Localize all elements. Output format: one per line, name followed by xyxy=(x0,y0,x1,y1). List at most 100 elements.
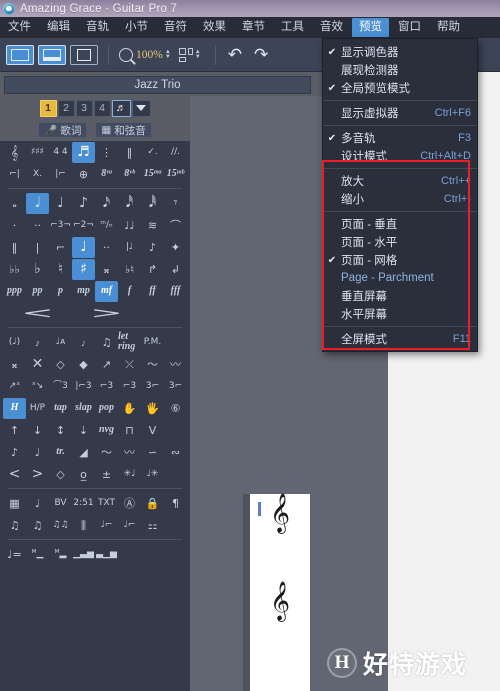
palette-cell-11-1[interactable]: ✕ xyxy=(26,354,49,375)
palette-cell-14-5[interactable]: ⊓ xyxy=(118,420,141,441)
palette-cell-14-1[interactable]: ↓ xyxy=(26,420,49,441)
palette-cell-19-5[interactable]: ♩⌐ xyxy=(118,515,141,536)
palette-cell-16-2[interactable]: ◇ xyxy=(49,464,72,485)
palette-cell-0-5[interactable]: ‖ xyxy=(118,142,141,163)
palette-cell-3-0[interactable]: 𝅝 xyxy=(3,193,26,214)
palette-cell-15-1[interactable]: ♩ xyxy=(26,442,49,463)
palette-cell-1-4[interactable]: 8ᵛᵃ xyxy=(95,164,118,185)
chord-button[interactable]: ▦ 和弦音 xyxy=(95,122,152,138)
palette-cell-16-3[interactable]: ᴏ̲ xyxy=(72,464,95,485)
track-number-3[interactable]: 3 xyxy=(75,99,93,117)
menu-option-1-0[interactable]: 显示虚拟器 Ctrl+F6 xyxy=(323,104,477,122)
palette-cell-1-3[interactable]: ⊕ xyxy=(72,164,95,185)
palette-cell-14-6[interactable]: V xyxy=(141,420,164,441)
palette-cell-5-0[interactable]: ‖ xyxy=(3,237,26,258)
palette-cell-14-3[interactable]: ⇣ xyxy=(72,420,95,441)
menu-option-4-1[interactable]: 页面 - 水平 xyxy=(323,233,477,251)
menu-option-0-1[interactable]: 展现检测器 xyxy=(323,61,477,79)
palette-cell-6-0[interactable]: ♭♭ xyxy=(3,259,26,280)
menu-item-1[interactable]: 编辑 xyxy=(40,18,77,37)
palette-cell-1-2[interactable]: |⌐ xyxy=(49,164,72,185)
palette-cell-6-2[interactable]: ♮ xyxy=(49,259,72,280)
menu-item-10[interactable]: 窗口 xyxy=(391,18,428,37)
palette-cell-10-2[interactable]: ♩ᴀ xyxy=(49,332,72,353)
palette-cell-18-7[interactable]: ¶ xyxy=(164,493,187,514)
track-header[interactable]: Jazz Trio xyxy=(4,76,311,94)
palette-cell-19-4[interactable]: ♩⌐ xyxy=(95,515,118,536)
palette-cell-13-0[interactable]: H xyxy=(3,397,26,419)
menu-option-4-3[interactable]: Page - Parchment xyxy=(323,269,477,287)
palette-cell-19-3[interactable]: ⫼ xyxy=(72,515,95,536)
palette-cell-14-0[interactable]: ↑ xyxy=(3,420,26,441)
undo-button[interactable]: ↶ xyxy=(228,46,242,63)
palette-cell-0-3[interactable]: ♬ xyxy=(72,141,95,163)
palette-cell-13-3[interactable]: slap xyxy=(72,398,95,419)
palette-cell-0-6[interactable]: ✓. xyxy=(141,142,164,163)
menu-option-4-2[interactable]: ✔ 页面 - 网格 xyxy=(323,251,477,269)
beamed-notes-icon[interactable]: ♬ xyxy=(111,99,131,117)
palette-cell-1-6[interactable]: 15ᵐᵃ xyxy=(141,164,164,185)
palette-cell-10-0[interactable]: (♩) xyxy=(3,332,26,353)
palette-cell-11-4[interactable]: ↗ xyxy=(95,354,118,375)
palette-cell-3-7[interactable]: 𝄾 xyxy=(164,193,187,214)
palette-cell-14-2[interactable]: ↕ xyxy=(49,420,72,441)
palette-cell-4-1[interactable]: ·· xyxy=(26,215,49,236)
palette-cell-11-2[interactable]: ◇ xyxy=(49,354,72,375)
menu-option-3-1[interactable]: 缩小 Ctrl+- xyxy=(323,190,477,208)
palette-cell-21-0[interactable]: ♩= xyxy=(3,544,26,565)
palette-cell-13-5[interactable]: ✋ xyxy=(118,398,141,419)
palette-cell-4-0[interactable]: · xyxy=(3,215,26,236)
palette-cell-15-3[interactable]: ◢ xyxy=(72,442,95,463)
palette-cell-0-4[interactable]: ⋮ xyxy=(95,142,118,163)
menu-option-3-0[interactable]: 放大 Ctrl++ xyxy=(323,172,477,190)
palette-cell-3-4[interactable]: 𝅘𝅥𝅯 xyxy=(95,193,118,214)
menu-option-4-4[interactable]: 垂直屏幕 xyxy=(323,287,477,305)
menu-item-3[interactable]: 小节 xyxy=(118,18,155,37)
menu-item-5[interactable]: 效果 xyxy=(196,18,233,37)
palette-cell-15-7[interactable]: ∾ xyxy=(164,442,187,463)
palette-cell-10-4[interactable]: ♫ xyxy=(95,332,118,353)
palette-cell-6-3[interactable]: ♯ xyxy=(72,258,95,280)
palette-cell-15-2[interactable]: tr. xyxy=(49,442,72,463)
triangle-down-icon[interactable] xyxy=(131,99,151,117)
palette-cell-0-7[interactable]: //. xyxy=(164,142,187,163)
palette-cell-5-7[interactable]: ✦ xyxy=(164,237,187,258)
zoom-stepper-down[interactable]: ▼ xyxy=(165,54,171,60)
lyrics-button[interactable]: 🎤 歌词 xyxy=(38,122,88,138)
palette-cell-13-6[interactable]: 🖐 xyxy=(141,398,164,419)
palette-cell-18-3[interactable]: 2:51 xyxy=(72,493,95,514)
palette-cell-7-6[interactable]: ff xyxy=(141,281,164,302)
menu-option-5-0[interactable]: 全屏模式 F11 xyxy=(323,330,477,348)
palette-cell-0-0[interactable]: 𝄞 xyxy=(3,142,26,163)
menu-item-6[interactable]: 章节 xyxy=(235,18,272,37)
palette-cell-19-1[interactable]: ♫ xyxy=(26,515,49,536)
palette-cell-11-3[interactable]: ◆ xyxy=(72,354,95,375)
palette-cell-7-1[interactable]: pp xyxy=(26,281,49,302)
redo-button[interactable]: ↷ xyxy=(254,46,268,63)
palette-cell-18-2[interactable]: BV xyxy=(49,493,72,514)
menu-option-0-0[interactable]: ✔ 显示调色器 xyxy=(323,43,477,61)
palette-cell-13-2[interactable]: tap xyxy=(49,398,72,419)
menu-option-2-0[interactable]: ✔ 多音轨 F3 xyxy=(323,129,477,147)
palette-cell-1-0[interactable]: ⌐| xyxy=(3,164,26,185)
palette-cell-6-5[interactable]: ♭♮ xyxy=(118,259,141,280)
view-page-mode-button[interactable] xyxy=(6,44,34,65)
palette-cell-7-2[interactable]: p xyxy=(49,281,72,302)
palette-cell-0-1[interactable]: ♯♯♯ xyxy=(26,142,49,163)
menu-item-2[interactable]: 音轨 xyxy=(79,18,116,37)
palette-cell-11-7[interactable]: 〰 xyxy=(164,354,187,375)
palette-cell-5-5[interactable]: |♩ xyxy=(118,237,141,258)
palette-cell-18-6[interactable]: 🔒 xyxy=(141,493,164,514)
palette-cell-3-1[interactable]: 𝅗𝅥 xyxy=(26,192,49,214)
palette-cell-5-3[interactable]: ♩ xyxy=(72,236,95,258)
palette-cell-13-1[interactable]: H/P xyxy=(26,398,49,419)
palette-cell-10-3[interactable]: 𝆕 xyxy=(72,332,95,353)
palette-cell-13-7[interactable]: ⑥ xyxy=(164,398,187,419)
palette-cell-12-0[interactable]: ↗ˣ xyxy=(3,376,26,397)
grid-layout-icon[interactable] xyxy=(178,47,193,62)
palette-cell-4-3[interactable]: ⌐2¬ xyxy=(72,215,95,236)
palette-cell-16-1[interactable]: > xyxy=(26,464,49,485)
zoom-stepper[interactable]: ▲ ▼ xyxy=(165,49,171,60)
palette-cell-16-6[interactable]: ♩✳ xyxy=(141,464,164,485)
palette-cell-11-6[interactable]: 〜 xyxy=(141,354,164,375)
